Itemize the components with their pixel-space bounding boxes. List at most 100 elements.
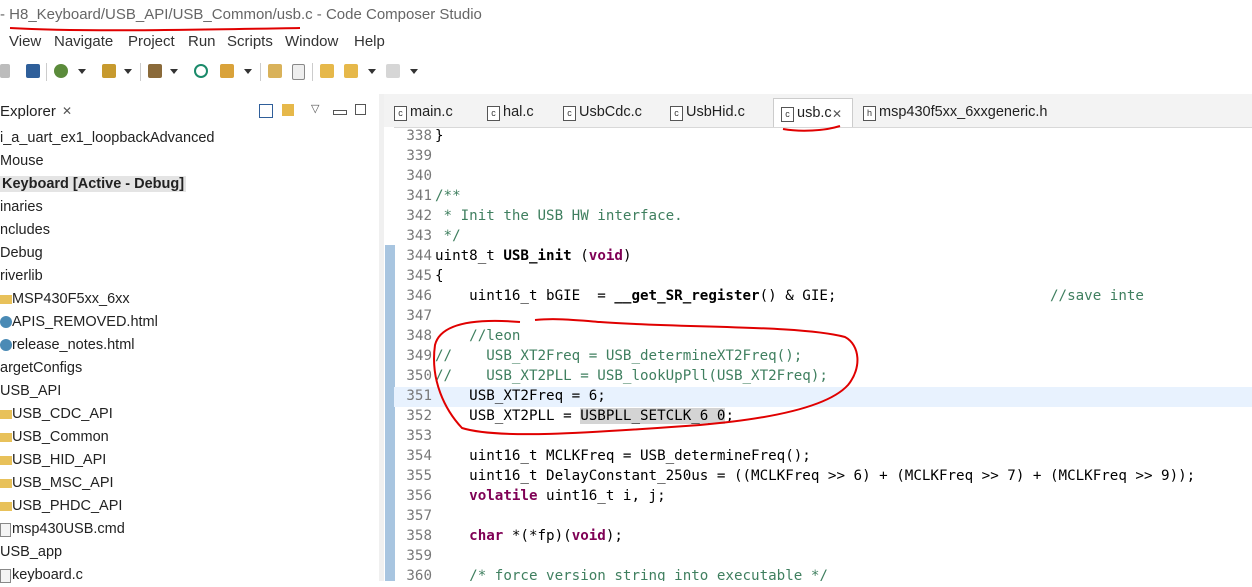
code-line[interactable]: 347 [394,307,1252,327]
file-icon [0,523,11,537]
line-number: 345 [406,268,432,284]
run-tool-icon[interactable] [220,64,234,78]
chevron-down-icon[interactable] [368,69,376,74]
tab-hal-c[interactable]: c hal.c [480,98,552,126]
tab-main-c[interactable]: c main.c [387,98,475,126]
forward-arrow-icon[interactable] [386,64,400,78]
line-number: 352 [406,408,432,424]
load-program-icon[interactable] [102,64,116,78]
search-icon[interactable] [194,64,208,78]
link-with-editor-icon[interactable] [282,104,294,116]
last-edit-icon[interactable] [320,64,334,78]
c-file-icon: c [394,106,407,121]
chevron-down-icon[interactable] [170,69,178,74]
build-hammer-icon[interactable] [148,64,162,78]
chevron-down-icon[interactable] [244,69,252,74]
document-icon[interactable] [292,64,305,80]
code-text: volatile uint16_t i, j; [469,488,666,504]
code-line[interactable]: 349// USB_XT2Freq = USB_determineXT2Freq… [394,347,1252,367]
menu-view[interactable]: View [9,33,41,50]
view-menu-icon[interactable]: ▽ [311,102,319,115]
code-line[interactable]: 357 [394,507,1252,527]
menu-run[interactable]: Run [188,33,216,50]
code-line[interactable]: 344 uint8_t USB_init (void) [394,247,1252,267]
tree-item-label: USB_app [0,544,63,560]
code-text: uint8_t USB_init (void) [435,248,632,264]
chevron-down-icon[interactable] [124,69,132,74]
tree-item-label: USB_Common [12,429,109,445]
code-line[interactable]: 340 [394,167,1252,187]
explorer-title[interactable]: Explorer [0,103,56,120]
c-file-icon: c [487,106,500,121]
tab-usb-c[interactable]: c usb.c ✕ [773,98,853,127]
h-file-icon: h [863,106,876,121]
code-line[interactable]: 350// USB_XT2PLL = USB_lookUpPll(USB_XT2… [394,367,1252,387]
tree-item-label: riverlib [0,268,43,284]
code-line[interactable]: 339 [394,147,1252,167]
code-line[interactable]: 356 volatile uint16_t i, j; [394,487,1252,507]
save-icon[interactable] [0,64,10,78]
code-line[interactable]: 346 uint16_t bGIE = __get_SR_register() … [394,287,1252,307]
code-line[interactable]: 351 USB_XT2Freq = 6; [394,387,1252,407]
tree-item-label: MSP430F5xx_6xx [12,291,130,307]
code-line[interactable]: 341/** [394,187,1252,207]
close-icon[interactable]: ✕ [832,107,842,121]
menu-window[interactable]: Window [285,33,338,50]
menu-bar: View Navigate Project Run Scripts Window Help [0,30,1252,54]
code-line[interactable]: 352 USB_XT2PLL = USBPLL_SETCLK_6_0; [394,407,1252,427]
tree-item-label: USB_PHDC_API [12,498,123,514]
menu-navigate[interactable]: Navigate [54,33,113,50]
toolbar-separator [312,63,313,81]
line-number: 342 [406,208,432,224]
folder-icon [0,295,12,304]
line-number: 351 [406,388,432,404]
code-line[interactable]: 338} [394,127,1252,147]
folder-icon [0,456,12,465]
line-number: 343 [406,228,432,244]
line-number: 349 [406,348,432,364]
code-line[interactable]: 354 uint16_t MCLKFreq = USB_determineFre… [394,447,1252,467]
collapse-all-icon[interactable] [259,104,273,118]
edit-annotation-icon[interactable] [268,64,282,78]
tab-usbcdc-c[interactable]: c UsbCdc.c [556,98,658,126]
tree-item-label: USB_API [0,383,62,399]
close-icon[interactable]: ✕ [62,104,72,118]
code-line[interactable]: 343 */ [394,227,1252,247]
code-line[interactable]: 358 char *(*fp)(void); [394,527,1252,547]
maximize-icon[interactable] [355,104,366,115]
code-text: { [435,268,444,284]
project-explorer-panel: Explorer ✕ ▽ i_a_uart_ex1_loopbackAdvanc… [0,94,378,583]
code-line[interactable]: 345{ [394,267,1252,287]
code-text: USB_XT2Freq = 6; [435,388,606,404]
line-number: 359 [406,548,432,564]
chevron-down-icon[interactable] [410,69,418,74]
editor-tab-bar: c main.c c hal.c c UsbCdc.c c UsbHid.c c usb.c ✕ h m… [384,94,1252,128]
debug-icon[interactable] [54,64,68,78]
code-text: //leon [435,328,521,344]
tree-item-label: i_a_uart_ex1_loopbackAdvanced [0,130,215,146]
tab-msp430f5xx-6xxgeneric-h[interactable]: h msp430f5xx_6xxgeneric.h [856,98,1047,126]
back-arrow-icon[interactable] [344,64,358,78]
line-number: 348 [406,328,432,344]
code-line[interactable]: 348 //leon [394,327,1252,347]
minimize-icon[interactable] [333,110,347,115]
code-line[interactable]: 359 [394,547,1252,567]
code-line[interactable]: 355 uint16_t DelayConstant_250us = ((MCL… [394,467,1252,487]
console-icon[interactable] [26,64,40,78]
menu-scripts[interactable]: Scripts [227,33,273,50]
code-line[interactable]: 360 /* force version string into executa… [394,567,1252,581]
line-number: 356 [406,488,432,504]
code-line[interactable]: 353 [394,427,1252,447]
menu-help[interactable]: Help [354,33,385,50]
c-file-icon: c [781,107,794,122]
code-area[interactable]: 338} 339 340 341/** 342 * Init the USB HW in… [384,127,1252,581]
line-number: 340 [406,168,432,184]
tree-item-label: msp430USB.cmd [12,521,125,537]
menu-project[interactable]: Project [128,33,175,50]
tab-label: main.c [410,104,453,120]
tab-usbhid-c[interactable]: c UsbHid.c [663,98,768,126]
code-text: /* force version string into executable … [435,568,828,581]
chevron-down-icon[interactable] [78,69,86,74]
window-titlebar: - H8_Keyboard/USB_API/USB_Common/usb.c -… [0,0,1252,30]
code-line[interactable]: 342 * Init the USB HW interface. [394,207,1252,227]
